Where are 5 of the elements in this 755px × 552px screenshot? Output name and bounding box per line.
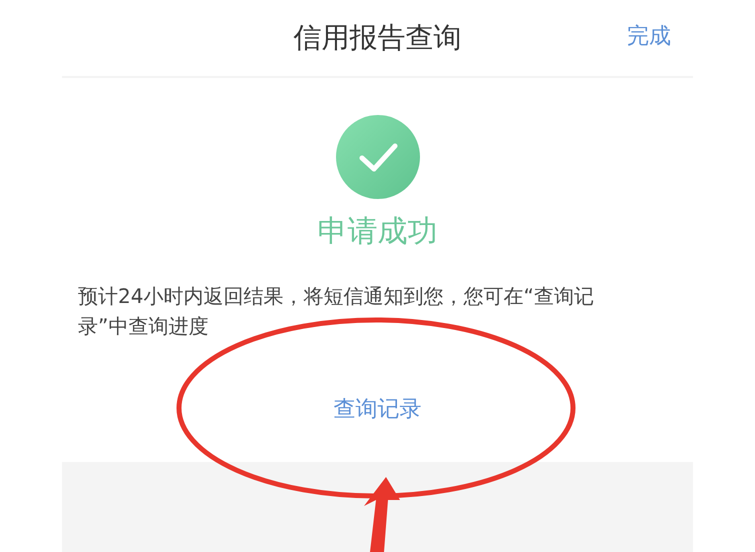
done-button[interactable]: 完成 [627,24,671,50]
description-text: 预计24小时内返回结果，将短信通知到您，您可在“查询记录”中查询进度 [78,283,595,340]
success-message: 申请成功 [316,213,438,251]
query-records-link[interactable]: 查询记录 [334,393,422,426]
screen-title: 信用报告查询 [294,20,462,56]
